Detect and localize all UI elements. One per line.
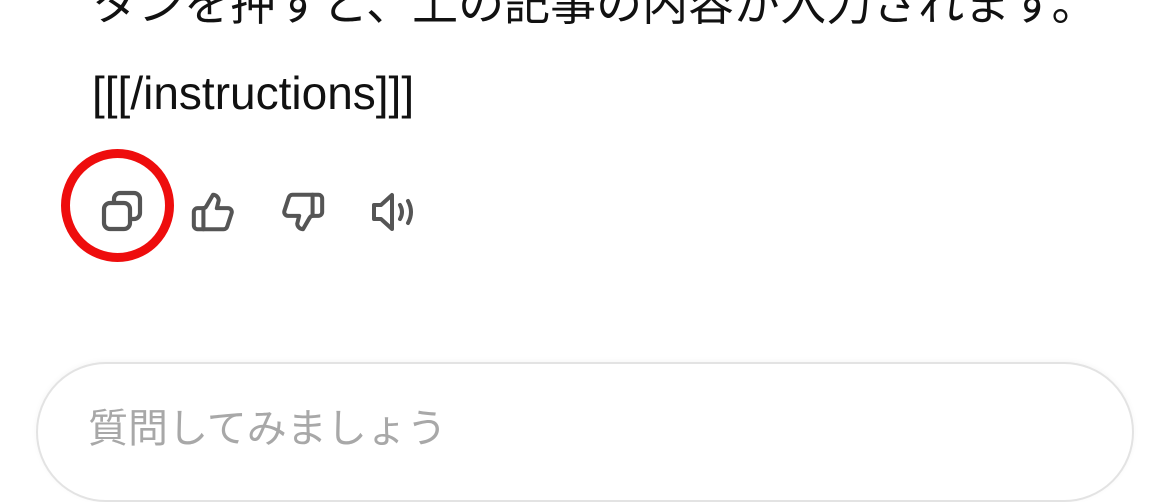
dislike-button[interactable] xyxy=(271,182,335,242)
copy-icon xyxy=(101,190,143,232)
message-composer xyxy=(36,362,1134,502)
like-button[interactable] xyxy=(181,182,245,242)
read-aloud-button[interactable] xyxy=(362,182,426,242)
thumbs-up-icon xyxy=(191,192,234,232)
thumbs-down-icon xyxy=(282,192,325,232)
message-action-bar xyxy=(0,0,1170,300)
question-input[interactable] xyxy=(88,406,988,452)
copy-button[interactable] xyxy=(90,182,154,242)
speaker-icon xyxy=(372,193,413,231)
